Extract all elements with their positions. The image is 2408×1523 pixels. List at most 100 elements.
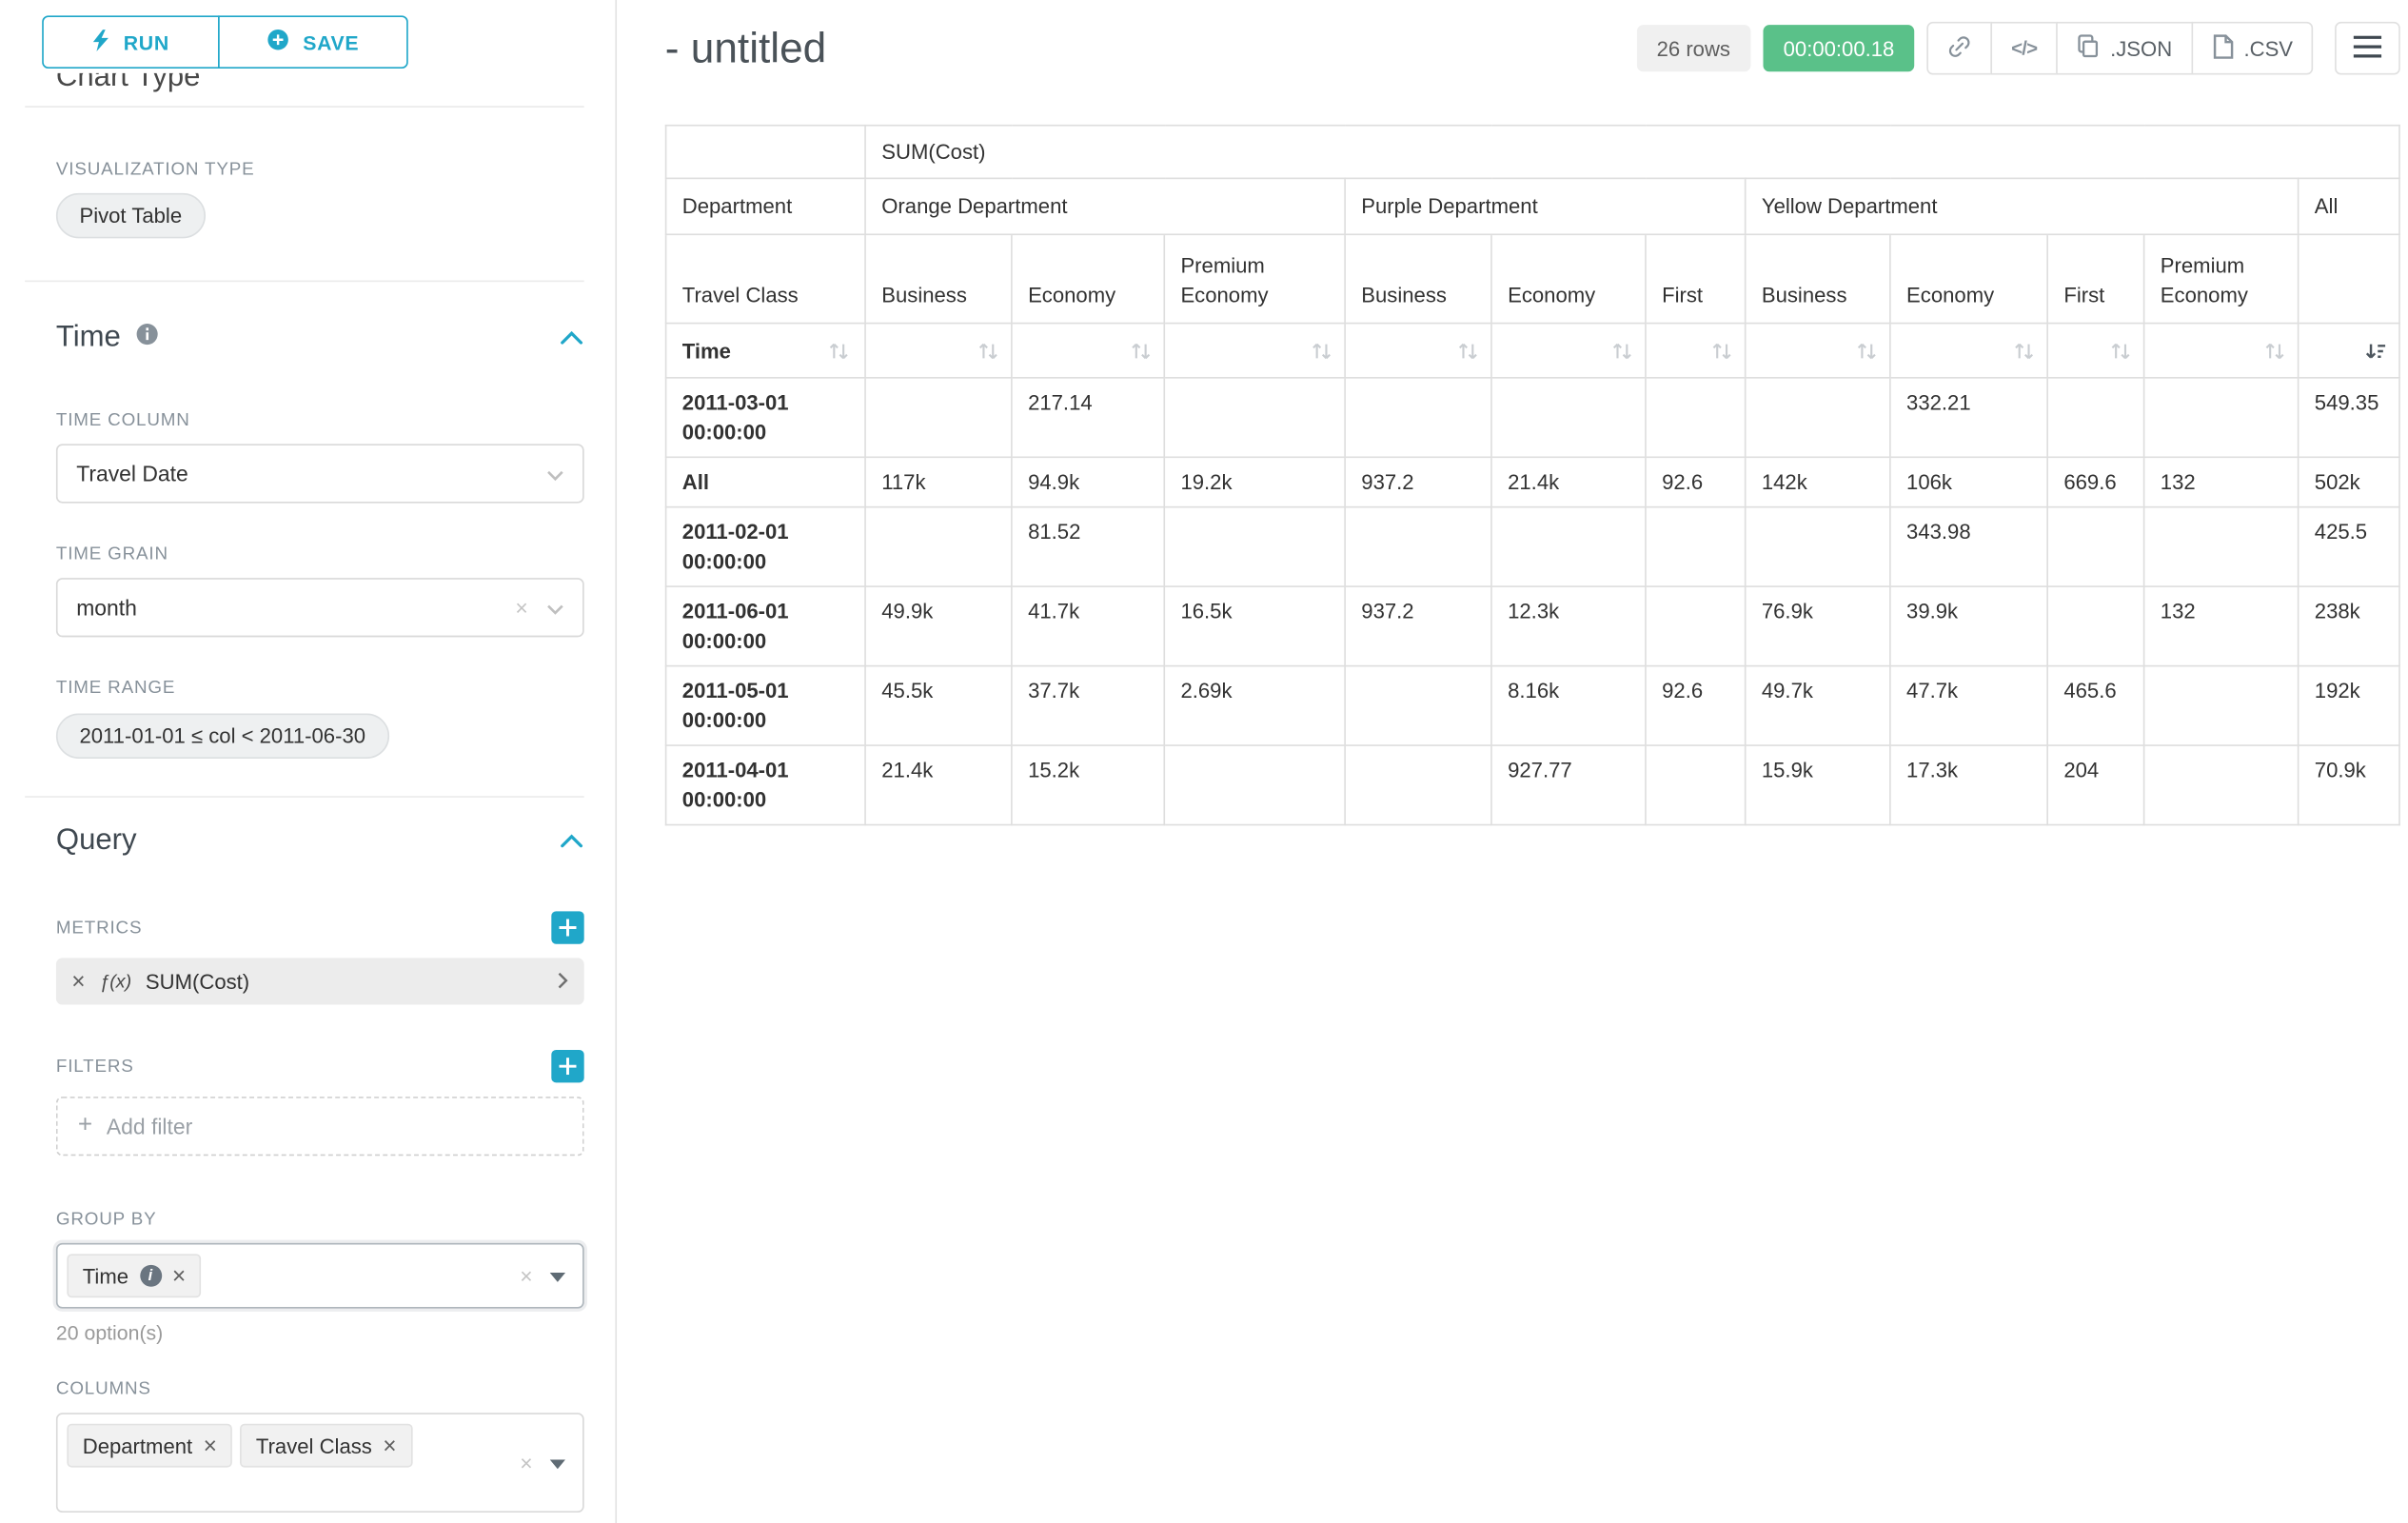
hamburger-icon bbox=[2354, 35, 2381, 62]
remove-tag-icon[interactable]: × bbox=[383, 1434, 396, 1457]
value-cell: 19.2k bbox=[1164, 457, 1345, 506]
save-button-label: SAVE bbox=[303, 30, 359, 54]
add-filter-dropzone[interactable]: + Add filter bbox=[56, 1097, 584, 1156]
value-cell: 37.7k bbox=[1012, 666, 1164, 745]
visualization-type-label: VISUALIZATION TYPE bbox=[56, 161, 584, 180]
pivot-data-row: All117k94.9k19.2k937.221.4k92.6142k106k6… bbox=[666, 457, 2400, 506]
chart-title[interactable]: - untitled bbox=[665, 24, 826, 72]
metric-name: SUM(Cost) bbox=[146, 970, 249, 994]
pivot-table: SUM(Cost)DepartmentOrange DepartmentPurp… bbox=[665, 125, 2400, 825]
time-row-header-cell: 2011-02-01 00:00:00 bbox=[666, 507, 865, 586]
sort-icon[interactable] bbox=[2014, 341, 2034, 361]
value-cell: 49.7k bbox=[1746, 666, 1890, 745]
time-corner-cell: Time bbox=[666, 324, 865, 378]
value-cell: 217.14 bbox=[1012, 378, 1164, 457]
time-dimension-label: Time bbox=[682, 336, 731, 366]
sort-icon[interactable] bbox=[1711, 341, 1731, 361]
value-cell: 76.9k bbox=[1746, 586, 1890, 665]
group-by-tags: Timei× bbox=[67, 1254, 201, 1297]
sort-header-cell bbox=[865, 324, 1012, 378]
sort-icon[interactable] bbox=[1857, 341, 1877, 361]
run-button[interactable]: RUN bbox=[42, 15, 220, 69]
value-cell: 92.6 bbox=[1646, 457, 1746, 506]
add-filter-button[interactable] bbox=[551, 1050, 583, 1082]
sort-header-cell bbox=[1890, 324, 2047, 378]
info-icon[interactable]: i bbox=[139, 1265, 161, 1287]
chart-panel: - untitled 26 rows 00:00:00.18 </> .JSON bbox=[617, 0, 2408, 1523]
value-cell bbox=[865, 507, 1012, 586]
chevron-up-icon[interactable] bbox=[559, 321, 583, 355]
sort-header-cell bbox=[1164, 324, 1345, 378]
sort-icon[interactable] bbox=[2264, 341, 2284, 361]
clear-icon[interactable]: × bbox=[515, 597, 527, 619]
select-controls: × bbox=[520, 1449, 565, 1476]
sort-icon[interactable] bbox=[1612, 341, 1632, 361]
remove-metric-icon[interactable]: × bbox=[71, 970, 85, 994]
columns-select[interactable]: Department× Travel Class × × bbox=[56, 1413, 584, 1513]
sort-desc-icon[interactable] bbox=[2364, 341, 2386, 361]
department-group-cell: Purple Department bbox=[1345, 178, 1746, 234]
sort-icon[interactable] bbox=[1458, 341, 1478, 361]
clear-icon[interactable]: × bbox=[520, 1452, 532, 1474]
sort-icon[interactable] bbox=[1312, 341, 1332, 361]
travel-class-cell: Business bbox=[1345, 234, 1491, 323]
copy-icon bbox=[2076, 34, 2100, 62]
travel-class-cell: Economy bbox=[1890, 234, 2047, 323]
department-group-cell: All bbox=[2299, 178, 2400, 234]
time-row-header-cell: 2011-03-01 00:00:00 bbox=[666, 378, 865, 457]
value-cell bbox=[2144, 666, 2299, 745]
query-section-header[interactable]: Query bbox=[56, 824, 584, 859]
remove-tag-icon[interactable]: × bbox=[204, 1434, 217, 1457]
export-json-button[interactable]: .JSON bbox=[2056, 22, 2193, 75]
visualization-type-value[interactable]: Pivot Table bbox=[56, 193, 206, 238]
info-icon[interactable] bbox=[135, 321, 159, 355]
value-cell bbox=[1164, 745, 1345, 824]
sort-header-cell bbox=[1491, 324, 1646, 378]
file-icon bbox=[2211, 33, 2233, 63]
value-cell: 117k bbox=[865, 457, 1012, 506]
control-panel-sidebar: RUN SAVE Chart Type VISUALIZATION TYPE P… bbox=[0, 0, 617, 1523]
save-button[interactable]: SAVE bbox=[218, 15, 408, 69]
metric-option[interactable]: × ƒ(x) SUM(Cost) bbox=[56, 958, 584, 1004]
selected-value-tag[interactable]: Department× bbox=[67, 1424, 232, 1468]
columns-label: COLUMNS bbox=[56, 1380, 584, 1399]
share-link-button[interactable] bbox=[1927, 22, 1993, 75]
time-section-header[interactable]: Time bbox=[56, 321, 584, 355]
chart-menu-button[interactable] bbox=[2335, 22, 2400, 75]
tag-label: Travel Class bbox=[256, 1434, 372, 1457]
group-by-options-hint: 20 option(s) bbox=[56, 1321, 584, 1345]
value-cell bbox=[1746, 507, 1890, 586]
caret-down-icon[interactable] bbox=[550, 1262, 565, 1290]
time-grain-select[interactable]: month × bbox=[56, 578, 584, 637]
time-column-label: TIME COLUMN bbox=[56, 411, 584, 430]
sort-icon[interactable] bbox=[2110, 341, 2130, 361]
clear-icon[interactable]: × bbox=[520, 1265, 532, 1287]
embed-code-button[interactable]: </> bbox=[1991, 22, 2058, 75]
pivot-data-row: 2011-04-01 00:00:0021.4k15.2k927.7715.9k… bbox=[666, 745, 2400, 824]
selected-value-tag[interactable]: Travel Class × bbox=[241, 1424, 412, 1468]
group-by-select[interactable]: Timei× × bbox=[56, 1243, 584, 1309]
sort-icon[interactable] bbox=[1131, 341, 1151, 361]
query-timer-badge: 00:00:00.18 bbox=[1763, 25, 1914, 71]
caret-right-icon[interactable] bbox=[558, 970, 568, 994]
link-icon bbox=[1947, 33, 1972, 63]
travel-class-cell: Premium Economy bbox=[1164, 234, 1345, 323]
value-cell bbox=[2144, 378, 2299, 457]
value-cell bbox=[1345, 378, 1491, 457]
add-metric-button[interactable] bbox=[551, 911, 583, 943]
sort-icon[interactable] bbox=[978, 341, 998, 361]
value-cell: 16.5k bbox=[1164, 586, 1345, 665]
remove-tag-icon[interactable]: × bbox=[172, 1264, 186, 1288]
caret-down-icon[interactable] bbox=[550, 1449, 565, 1476]
export-csv-button[interactable]: .CSV bbox=[2191, 22, 2313, 75]
filters-label: FILTERS bbox=[56, 1057, 134, 1076]
divider bbox=[25, 106, 583, 108]
sort-header-cell bbox=[1746, 324, 1890, 378]
time-grain-value: month bbox=[76, 595, 137, 620]
time-column-select[interactable]: Travel Date bbox=[56, 444, 584, 503]
time-range-label: TIME RANGE bbox=[56, 680, 584, 699]
time-range-value[interactable]: 2011-01-01 ≤ col < 2011-06-30 bbox=[56, 714, 389, 759]
selected-value-tag[interactable]: Timei× bbox=[67, 1254, 201, 1297]
sort-icon[interactable] bbox=[829, 341, 849, 361]
chevron-up-icon[interactable] bbox=[559, 824, 583, 859]
